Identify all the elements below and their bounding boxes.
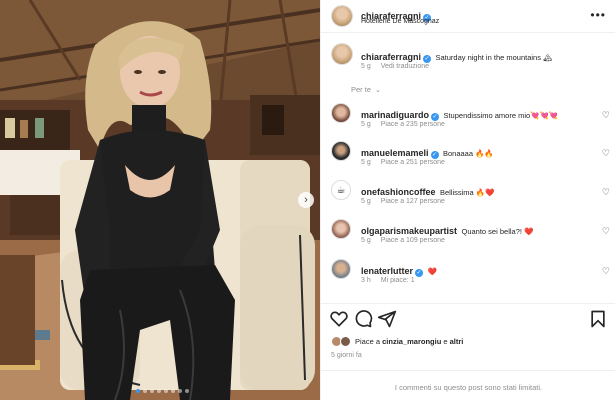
next-photo-button[interactable]: › bbox=[298, 192, 314, 208]
liked-by-others[interactable]: altri bbox=[450, 337, 464, 346]
comment-username[interactable]: lenaterlutter bbox=[361, 266, 413, 276]
comment-text: Bonaaaa 🔥🔥 bbox=[442, 149, 494, 158]
post-photo[interactable]: › bbox=[0, 0, 320, 400]
caption-username[interactable]: chiaraferragni bbox=[361, 52, 421, 62]
comment-username[interactable]: onefashioncoffee bbox=[361, 187, 436, 197]
comment-likes[interactable]: Piace a 251 persone bbox=[381, 159, 445, 166]
action-bar bbox=[321, 309, 615, 331]
divider bbox=[321, 303, 615, 304]
verified-badge-icon: ✓ bbox=[430, 151, 439, 159]
comment-item: ☕ onefashioncoffee Bellissima 🔥❤️ 5 g Pi… bbox=[321, 180, 615, 210]
photo-illustration bbox=[0, 0, 320, 400]
comment-text: ❤️ bbox=[427, 267, 437, 276]
heart-icon[interactable]: ♡ bbox=[602, 187, 610, 198]
carousel-dot bbox=[171, 389, 175, 393]
comment-text: Quanto sei bella?! ❤️ bbox=[461, 227, 534, 236]
post-location[interactable]: Hotellerie De Mascognaz bbox=[361, 18, 439, 25]
verified-badge-icon: ✓ bbox=[415, 269, 424, 277]
carousel-dot bbox=[157, 389, 161, 393]
comment-time[interactable]: 5 g bbox=[361, 237, 371, 244]
comment-time[interactable]: 3 h bbox=[361, 277, 371, 284]
liked-by: Piace a cinzia_marongiu e altri bbox=[331, 336, 463, 347]
comment-likes[interactable]: Piace a 127 persone bbox=[381, 198, 445, 205]
comment-time[interactable]: 5 g bbox=[361, 198, 371, 205]
carousel-indicator bbox=[136, 389, 189, 393]
comment-text: Bellissima 🔥❤️ bbox=[439, 188, 495, 197]
comment-icon[interactable] bbox=[353, 309, 373, 329]
comments-limited-notice: I commenti su questo post sono stati lim… bbox=[394, 383, 543, 392]
more-horizontal-icon[interactable]: ••• bbox=[590, 8, 606, 22]
paper-plane-icon[interactable] bbox=[377, 309, 397, 329]
comment-time[interactable]: 5 g bbox=[361, 121, 371, 128]
liked-by-user[interactable]: cinzia_marongiu bbox=[382, 337, 441, 346]
comment-username[interactable]: marinadiguardo bbox=[361, 110, 429, 120]
carousel-dot bbox=[150, 389, 154, 393]
comment-likes[interactable]: Piace a 109 persone bbox=[381, 237, 445, 244]
liked-by-prefix: Piace a bbox=[355, 337, 383, 346]
divider bbox=[321, 370, 615, 371]
commenter-avatar[interactable] bbox=[331, 141, 351, 161]
caption-avatar[interactable] bbox=[331, 43, 353, 65]
chevron-right-icon: › bbox=[304, 194, 308, 206]
heart-icon[interactable]: ♡ bbox=[602, 266, 610, 277]
carousel-dot bbox=[143, 389, 147, 393]
verified-badge-icon: ✓ bbox=[423, 55, 432, 63]
comment-time[interactable]: 5 g bbox=[361, 159, 371, 166]
comment-item: manuelemameli ✓ Bonaaaa 🔥🔥 5 g Piace a 25… bbox=[321, 141, 615, 171]
author-avatar[interactable] bbox=[331, 5, 353, 27]
heart-icon[interactable]: ♡ bbox=[602, 226, 610, 237]
heart-icon[interactable]: ♡ bbox=[602, 110, 610, 121]
translate-link[interactable]: Vedi traduzione bbox=[381, 63, 429, 70]
comment-likes[interactable]: Piace a 235 persone bbox=[381, 121, 445, 128]
heart-icon[interactable] bbox=[329, 309, 349, 329]
carousel-dot bbox=[185, 389, 189, 393]
post-caption: chiaraferragni ✓ Saturday night in the mo… bbox=[321, 43, 615, 77]
commenter-avatar[interactable] bbox=[331, 259, 351, 279]
comment-filter[interactable]: Per te ⌄ bbox=[351, 85, 381, 94]
comment-username[interactable]: manuelemameli bbox=[361, 148, 429, 158]
comment-text: Stupendissimo amore mio💘💘💘 bbox=[443, 111, 559, 120]
comment-username[interactable]: olgaparismakeupartist bbox=[361, 226, 457, 236]
post-header: chiaraferragni ✓ Hotellerie De Mascognaz … bbox=[321, 0, 615, 33]
filter-label: Per te bbox=[351, 85, 372, 94]
bookmark-icon[interactable] bbox=[588, 309, 608, 329]
commenter-avatar[interactable]: ☕ bbox=[331, 180, 351, 200]
comment-item: marinadiguardo ✓ Stupendissimo amore mio💘… bbox=[321, 103, 615, 133]
caption-time[interactable]: 5 g bbox=[361, 63, 371, 70]
commenter-avatar[interactable] bbox=[331, 219, 351, 239]
caption-text: Saturday night in the mountains 🏔 bbox=[435, 53, 553, 62]
liked-by-suffix: e bbox=[441, 337, 450, 346]
carousel-dot bbox=[164, 389, 168, 393]
comment-item: olgaparismakeupartist Quanto sei bella?!… bbox=[321, 219, 615, 249]
post-details-panel: chiaraferragni ✓ Hotellerie De Mascognaz … bbox=[320, 0, 615, 400]
carousel-dot bbox=[178, 389, 182, 393]
comment-likes[interactable]: Mi piace: 1 bbox=[381, 277, 415, 284]
verified-badge-icon: ✓ bbox=[431, 113, 440, 121]
commenter-avatar[interactable] bbox=[331, 103, 351, 123]
liker-avatar[interactable] bbox=[340, 336, 351, 347]
chevron-down-icon: ⌄ bbox=[375, 86, 381, 94]
heart-icon[interactable]: ♡ bbox=[602, 148, 610, 159]
comment-item: lenaterlutter ✓ ❤️ 3 h Mi piace: 1 ♡ bbox=[321, 259, 615, 289]
post-date[interactable]: 5 giorni fa bbox=[331, 352, 362, 359]
carousel-dot bbox=[136, 389, 140, 393]
